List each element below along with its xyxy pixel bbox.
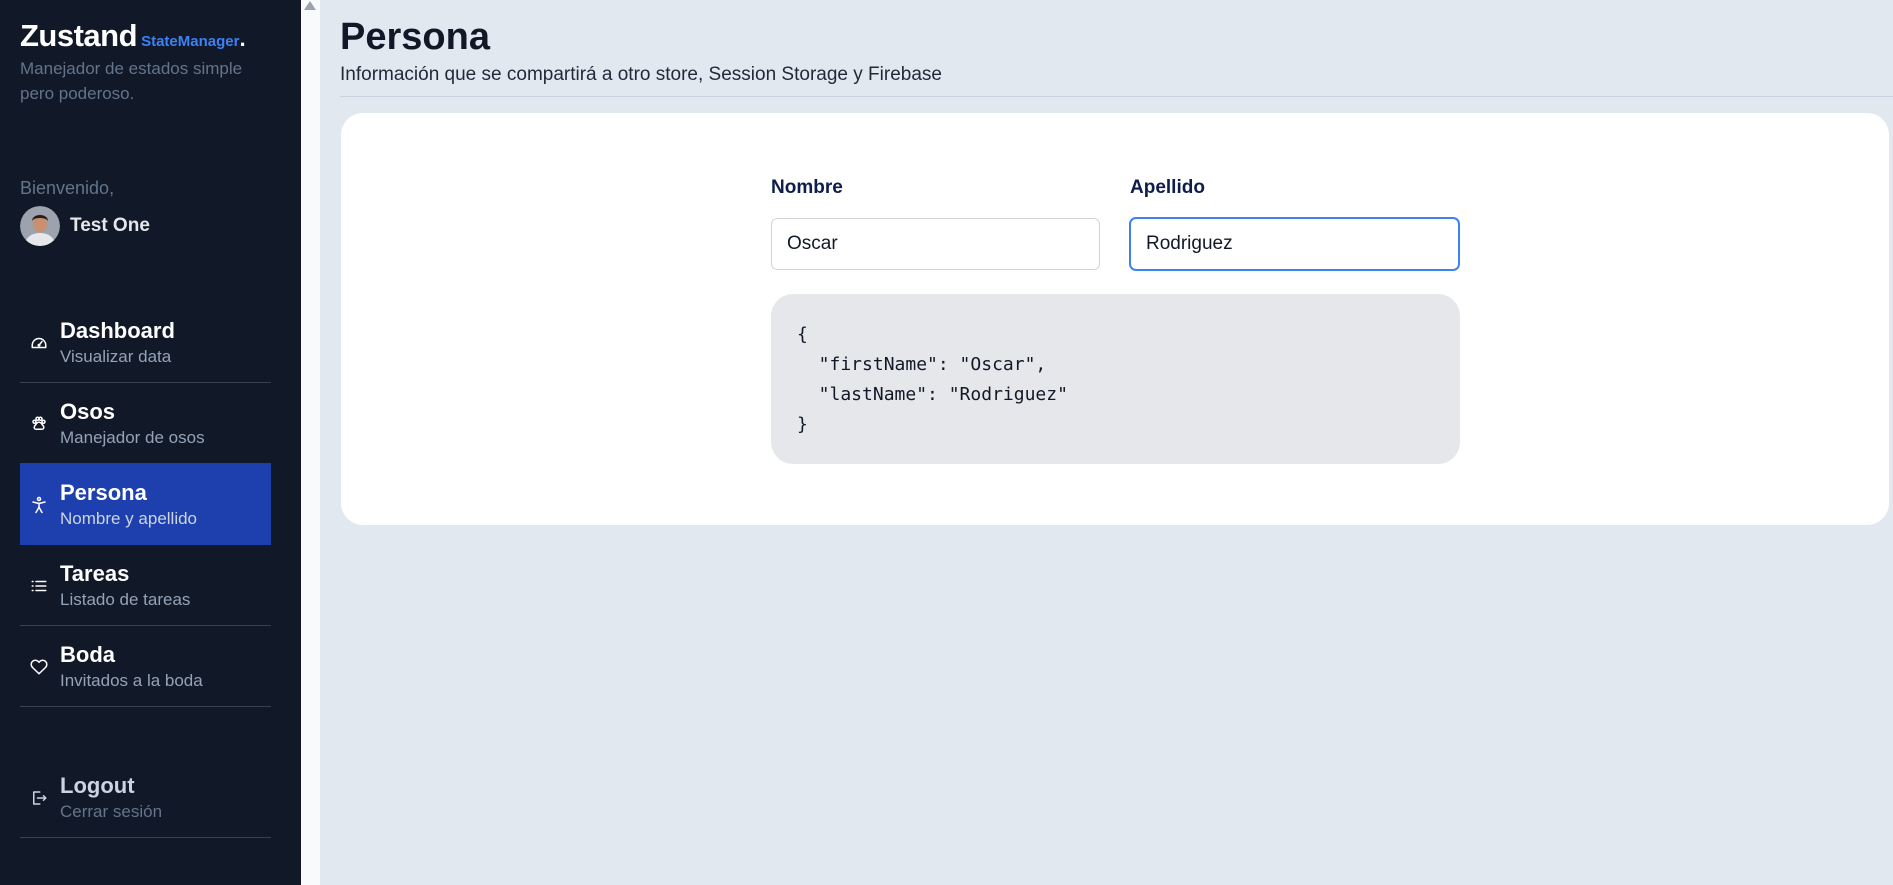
- nav-item-logout[interactable]: Logout Cerrar sesión: [20, 757, 271, 838]
- nav-title: Tareas: [60, 561, 130, 586]
- last-name-label: Apellido: [1130, 177, 1205, 198]
- brand-logo: Zustand StateManager.: [20, 18, 246, 54]
- brand-description: Manejador de estados simple pero poderos…: [20, 59, 243, 103]
- sidebar: Zustand StateManager. Manejador de estado…: [0, 0, 301, 885]
- page-title: Persona: [340, 16, 490, 58]
- nav-title: Logout: [60, 773, 135, 798]
- user-profile[interactable]: Test One: [20, 206, 150, 246]
- list-icon: [31, 580, 47, 592]
- nav-description: Nombre y apellido: [60, 509, 198, 528]
- brand-subtitle: StateManager: [141, 33, 240, 50]
- nav-title: Boda: [60, 642, 115, 667]
- heart-icon: [30, 659, 48, 675]
- page-subtitle: Información que se compartirá a otro sto…: [340, 64, 942, 85]
- scroll-up-arrow-icon[interactable]: [304, 1, 316, 10]
- nav-item-osos[interactable]: Osos Manejador de osos: [20, 383, 271, 464]
- avatar: [20, 206, 60, 246]
- nav-description: Invitados a la boda: [60, 671, 203, 690]
- person-icon: [32, 496, 46, 514]
- nav-item-dashboard[interactable]: Dashboard Visualizar data: [20, 302, 271, 383]
- logout-icon: [33, 791, 47, 805]
- header-divider: [340, 96, 1893, 97]
- scrollbar[interactable]: [301, 0, 320, 885]
- json-output: { "firstName": "Oscar", "lastName": "Rod…: [797, 324, 1068, 435]
- nav-title: Dashboard: [60, 318, 175, 343]
- brand-dot: .: [239, 26, 246, 51]
- nav-description: Cerrar sesión: [60, 802, 163, 821]
- first-name-label: Nombre: [771, 177, 843, 198]
- user-name: Test One: [70, 215, 150, 236]
- nav-title: Persona: [60, 480, 147, 505]
- last-name-input[interactable]: [1130, 218, 1459, 270]
- json-output-box: { "firstName": "Oscar", "lastName": "Rod…: [771, 294, 1460, 464]
- nav-description: Visualizar data: [60, 347, 172, 366]
- nav-description: Listado de tareas: [60, 590, 191, 609]
- nav-description: Manejador de osos: [60, 428, 205, 447]
- first-name-input[interactable]: [771, 218, 1100, 270]
- welcome-text: Bienvenido,: [20, 178, 115, 198]
- dashboard-gauge-icon: [31, 337, 47, 349]
- nav-item-boda[interactable]: Boda Invitados a la boda: [20, 626, 271, 707]
- brand-title: Zustand: [20, 18, 138, 53]
- nav-item-persona[interactable]: Persona Nombre y apellido: [20, 464, 271, 545]
- nav-title: Osos: [60, 399, 116, 424]
- nav-item-tareas[interactable]: Tareas Listado de tareas: [20, 545, 271, 626]
- paw-icon: [32, 416, 46, 430]
